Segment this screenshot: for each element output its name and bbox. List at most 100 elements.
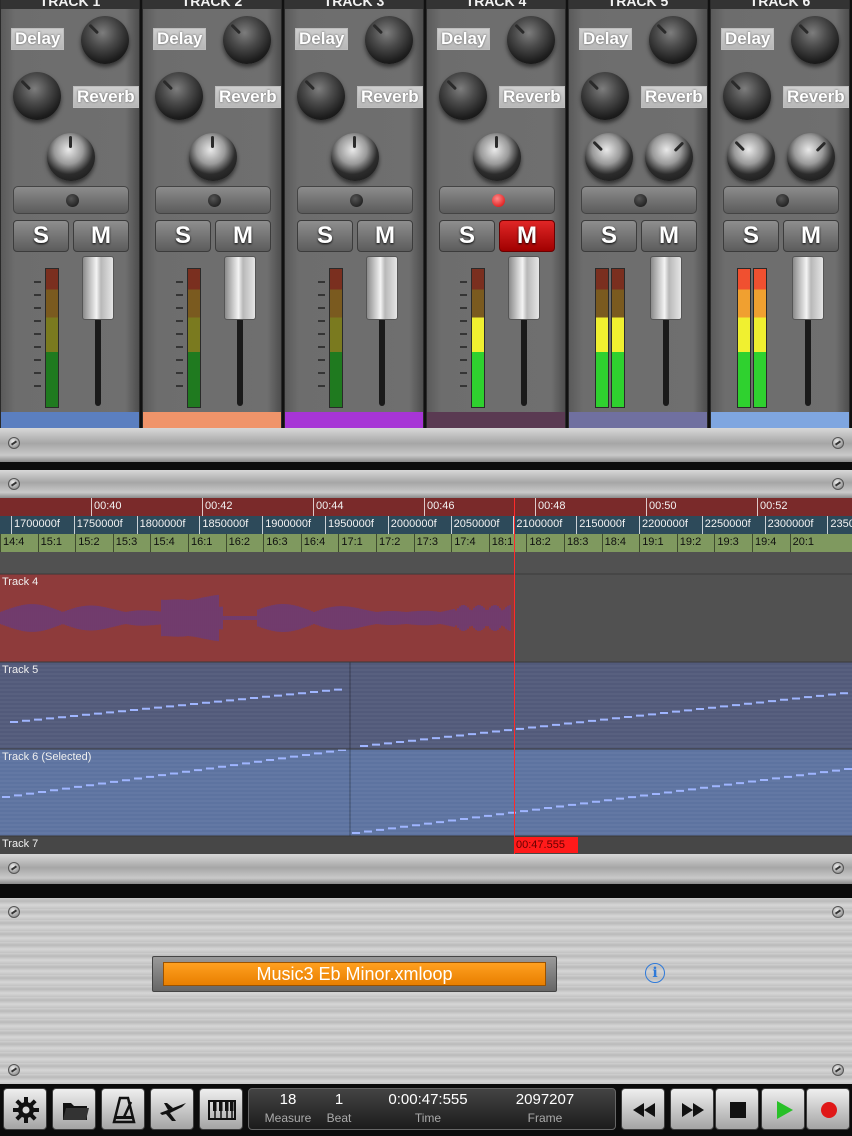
volume-fader[interactable]	[366, 256, 398, 320]
screw-icon	[8, 478, 20, 490]
level-meter	[595, 268, 609, 408]
pan-knob[interactable]	[331, 133, 379, 181]
play-icon	[777, 1101, 793, 1119]
screw-icon	[832, 906, 844, 918]
strip-title: TRACK 6	[711, 0, 849, 9]
loop-name-field[interactable]: Music3 Eb Minor.xmloop	[163, 962, 546, 986]
keyboard-button[interactable]	[199, 1088, 243, 1130]
mute-button[interactable]: M	[215, 220, 271, 252]
solo-button[interactable]: S	[581, 220, 637, 252]
record-arm-button[interactable]	[439, 186, 555, 214]
frame-ruler[interactable]: 1700000f 1750000f 1800000f 1850000f 1900000f…	[0, 516, 852, 534]
strip-title: TRACK 4	[427, 0, 565, 9]
ruler-tick-label: 1700000f	[11, 516, 60, 534]
measure-readout: 18 Measure	[249, 1089, 327, 1125]
stop-icon	[730, 1102, 746, 1118]
volume-fader[interactable]	[508, 256, 540, 320]
pan-right-knob[interactable]	[787, 133, 835, 181]
channel-strip: TRACK 3 Delay Reverb S M	[284, 0, 424, 428]
export-button[interactable]	[150, 1088, 194, 1130]
stop-button[interactable]	[715, 1088, 759, 1130]
pan-knob[interactable]	[189, 133, 237, 181]
info-icon[interactable]: i	[645, 963, 665, 983]
reverb-knob[interactable]	[439, 72, 487, 120]
ruler-tick-label: 1900000f	[262, 516, 311, 534]
volume-fader[interactable]	[82, 256, 114, 320]
delay-knob[interactable]	[223, 16, 271, 64]
strip-color-bar	[569, 412, 707, 428]
reverb-knob[interactable]	[297, 72, 345, 120]
volume-fader[interactable]	[224, 256, 256, 320]
channel-strip: TRACK 4 Delay Reverb S M	[426, 0, 566, 428]
strip-title: TRACK 3	[285, 0, 423, 9]
fast-forward-button[interactable]	[670, 1088, 714, 1130]
record-arm-button[interactable]	[155, 186, 271, 214]
delay-knob[interactable]	[365, 16, 413, 64]
reverb-label: Reverb	[357, 86, 423, 108]
reverb-label: Reverb	[641, 86, 707, 108]
mute-button[interactable]: M	[357, 220, 413, 252]
delay-knob[interactable]	[791, 16, 839, 64]
record-arm-button[interactable]	[297, 186, 413, 214]
pan-knob[interactable]	[47, 133, 95, 181]
ruler-tick-label: 2200000f	[639, 516, 688, 534]
play-button[interactable]	[761, 1088, 805, 1130]
open-file-button[interactable]	[52, 1088, 96, 1130]
mute-button[interactable]: M	[783, 220, 839, 252]
solo-button[interactable]: S	[439, 220, 495, 252]
reverb-knob[interactable]	[581, 72, 629, 120]
record-arm-button[interactable]	[13, 186, 129, 214]
settings-button[interactable]	[3, 1088, 47, 1130]
rewind-button[interactable]	[621, 1088, 665, 1130]
volume-fader[interactable]	[650, 256, 682, 320]
pan-knob[interactable]	[473, 133, 521, 181]
delay-knob[interactable]	[649, 16, 697, 64]
level-meter-fill	[738, 269, 750, 407]
solo-button[interactable]: S	[297, 220, 353, 252]
keyboard-icon	[208, 1100, 236, 1120]
playhead[interactable]	[514, 498, 515, 854]
solo-button[interactable]: S	[723, 220, 779, 252]
rewind-icon	[633, 1103, 655, 1117]
delay-label: Delay	[11, 28, 65, 50]
pan-left-knob[interactable]	[727, 133, 775, 181]
time-ruler[interactable]: 3800:4000:4200:4400:4600:4800:5000:52	[0, 498, 852, 516]
record-arm-button[interactable]	[723, 186, 839, 214]
mute-button[interactable]: M	[499, 220, 555, 252]
frame-value: 2097207	[515, 1091, 575, 1108]
solo-button[interactable]: S	[13, 220, 69, 252]
level-meter-fill	[754, 269, 766, 407]
reverb-knob[interactable]	[723, 72, 771, 120]
audio-region[interactable]	[0, 574, 514, 662]
metronome-button[interactable]	[101, 1088, 145, 1130]
delay-knob[interactable]	[81, 16, 129, 64]
track-lanes[interactable]	[0, 552, 852, 854]
delay-knob[interactable]	[507, 16, 555, 64]
beat-value: 1	[334, 1091, 344, 1108]
track-lane-label: Track 4	[2, 576, 39, 588]
strip-color-bar	[427, 412, 565, 428]
reverb-knob[interactable]	[155, 72, 203, 120]
rack-gap	[0, 884, 852, 898]
mute-button[interactable]: M	[73, 220, 129, 252]
track-lane-label: Track 5	[2, 664, 39, 676]
reverb-knob[interactable]	[13, 72, 61, 120]
ruler-tick-label: 18:1	[488, 534, 513, 552]
mute-button[interactable]: M	[641, 220, 697, 252]
empty-lane[interactable]	[0, 836, 852, 854]
ruler-tick-label: 00:48	[535, 498, 566, 516]
strip-color-bar	[143, 412, 281, 428]
volume-fader[interactable]	[792, 256, 824, 320]
pan-left-knob[interactable]	[585, 133, 633, 181]
beat-ruler[interactable]: 14:4 15:1 15:2 15:3 15:4 16:1 16:2 16:3 16:4 17:1…	[0, 534, 852, 552]
level-meter-fill	[330, 269, 342, 407]
ruler-tick-label: 20:1	[789, 534, 814, 552]
ruler-tick-label: 15:2	[75, 534, 100, 552]
solo-button[interactable]: S	[155, 220, 211, 252]
record-arm-button[interactable]	[581, 186, 697, 214]
record-button[interactable]	[806, 1088, 850, 1130]
track-area[interactable]	[0, 552, 852, 854]
record-icon	[821, 1102, 837, 1118]
pan-right-knob[interactable]	[645, 133, 693, 181]
track-lane-label: Track 6 (Selected)	[2, 751, 92, 763]
